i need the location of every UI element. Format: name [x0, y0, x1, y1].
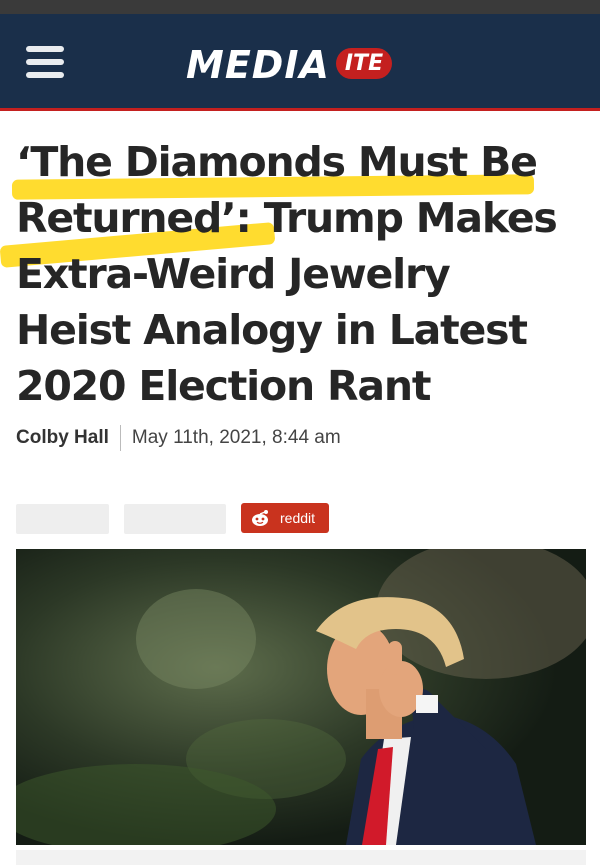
headline-line: Extra-Weird Jewelry	[16, 250, 451, 298]
headline-line: Heist Analogy in Latest	[16, 306, 528, 354]
reddit-share-button[interactable]: reddit	[241, 503, 329, 533]
caption-bar	[16, 850, 586, 865]
site-header: MEDIA ITE	[0, 14, 600, 111]
publish-date: May 11th, 2021, 8:44 am	[131, 427, 341, 448]
article-photo[interactable]	[16, 549, 586, 845]
reddit-icon	[252, 510, 268, 526]
article-headline: ‘The Diamonds Must Be Returned’: Trump M…	[16, 134, 586, 414]
headline-line: ‘The Diamonds Must Be	[16, 138, 538, 186]
photo-image	[16, 549, 586, 845]
author-link[interactable]: Colby Hall	[16, 427, 109, 449]
reddit-label: reddit	[280, 510, 316, 526]
status-strip	[0, 0, 600, 14]
site-logo[interactable]: MEDIA ITE	[186, 40, 393, 90]
share-button-placeholder[interactable]	[16, 504, 109, 534]
logo-wordmark: MEDIA	[186, 43, 330, 87]
menu-icon[interactable]	[26, 46, 64, 78]
logo-badge: ITE	[335, 47, 393, 79]
share-button-placeholder[interactable]	[124, 504, 226, 534]
headline-line: Returned’: Trump Makes	[16, 194, 558, 242]
headline-line: 2020 Election Rant	[16, 362, 431, 410]
byline: Colby Hall May 11th, 2021, 8:44 am	[16, 425, 341, 451]
byline-divider	[119, 425, 121, 451]
